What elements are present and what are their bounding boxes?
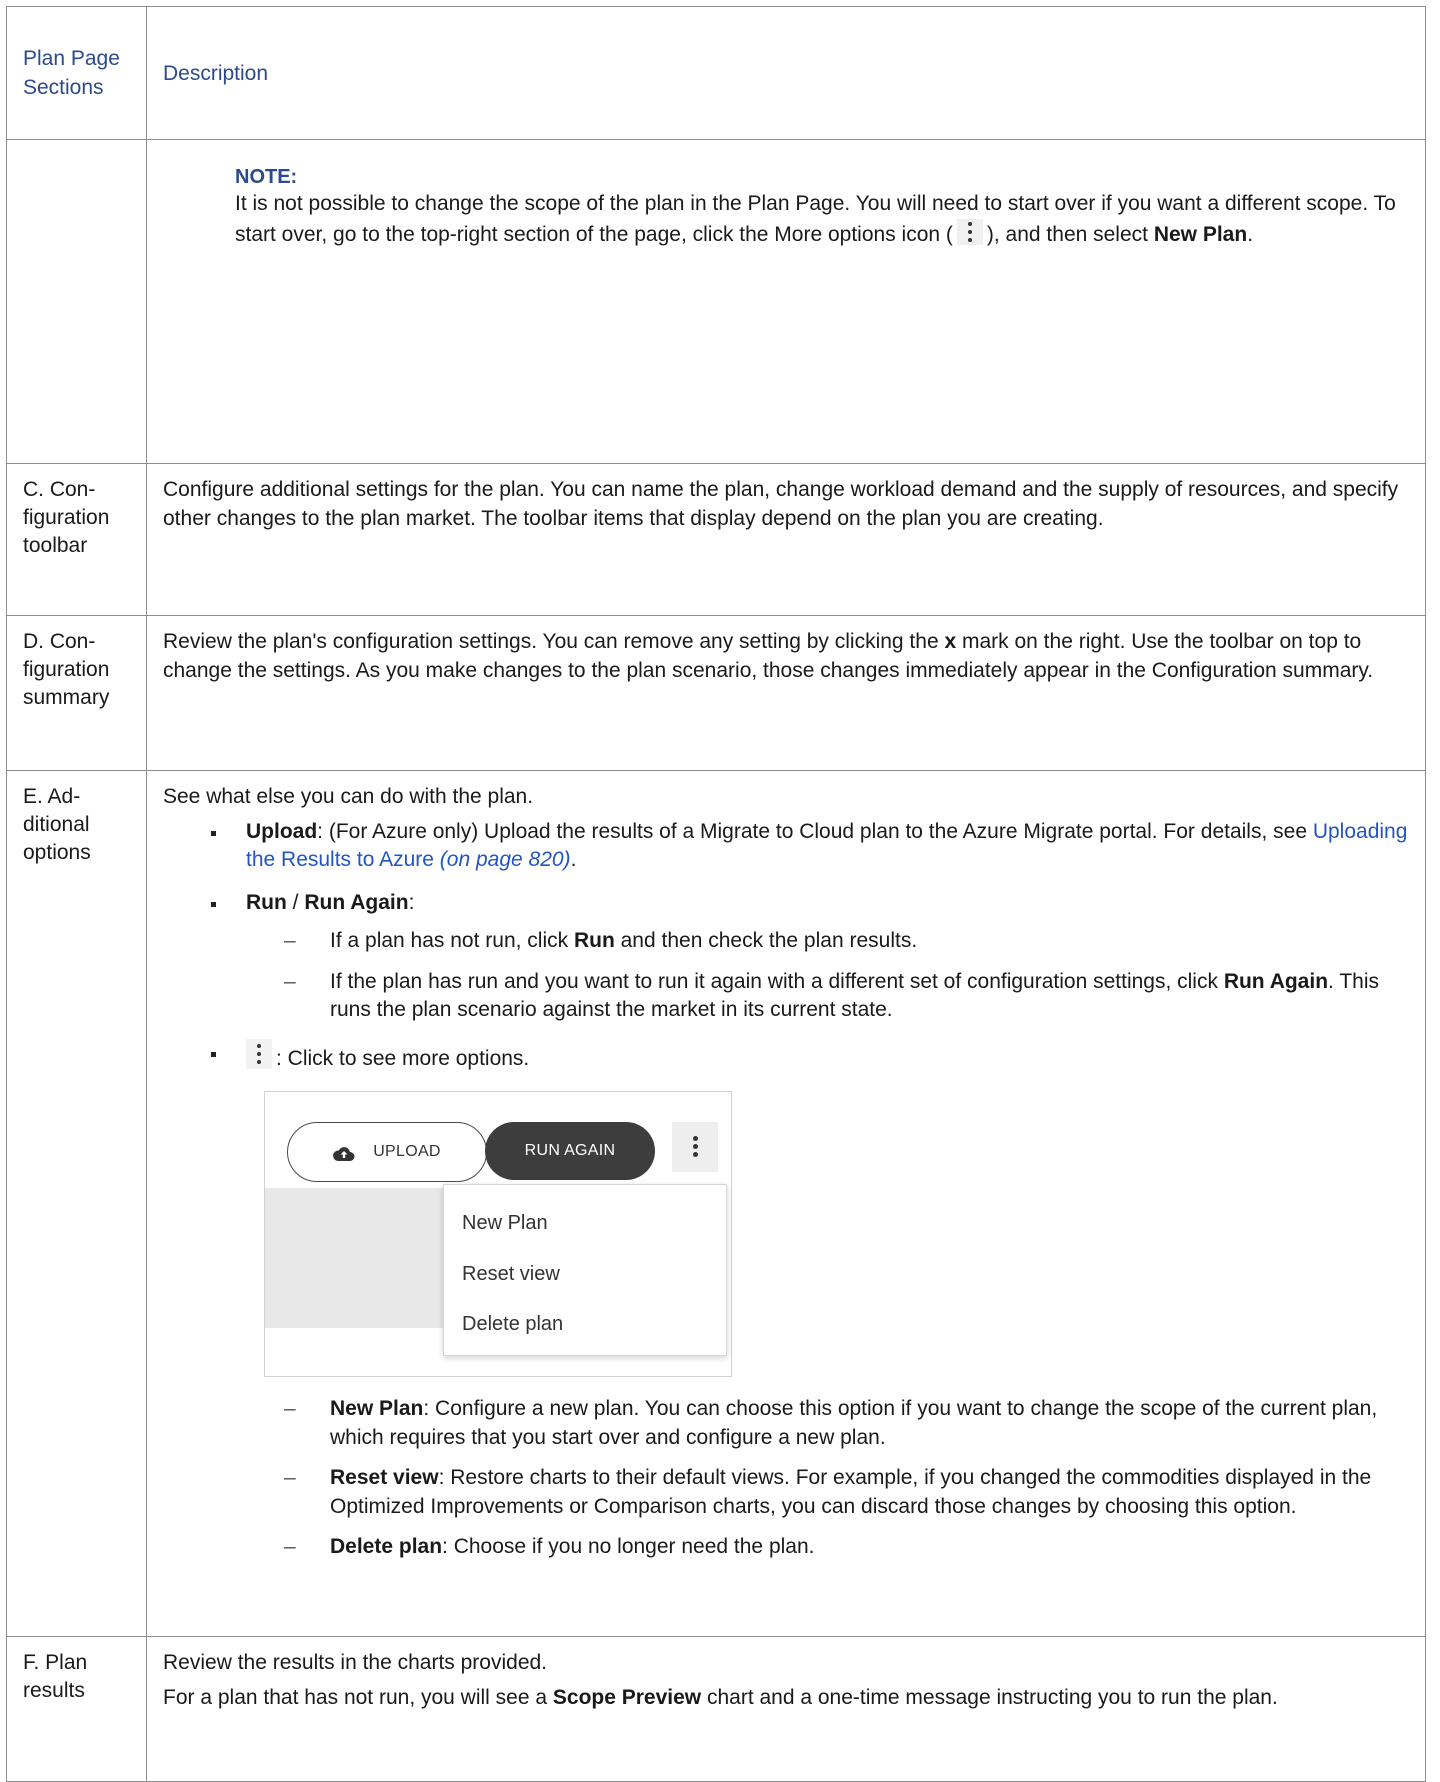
menu-item-delete-plan[interactable]: Delete plan: [462, 1310, 563, 1339]
section-cell: D. Con- figuration summary: [6, 615, 147, 771]
more-options-menu: New Plan Reset view Delete plan: [443, 1184, 727, 1356]
plan-page-sections-table: Plan Page Sections Description NOTE: It …: [6, 6, 1426, 1782]
sub-bold: Run: [573, 929, 615, 952]
section-line: figuration: [23, 658, 110, 681]
description-cell: Review the plan's configuration settings…: [146, 615, 1426, 771]
table-row-plan-results: F. Plan results Review the results in th…: [6, 1636, 1426, 1782]
table-row-configuration-summary: D. Con- figuration summary Review the pl…: [6, 615, 1426, 771]
run-again-label: Run Again: [304, 890, 409, 914]
note-cell: NOTE: It is not possible to change the s…: [146, 139, 1426, 464]
note-label: NOTE:: [235, 166, 298, 188]
description-text: Review the plan's configuration settings…: [163, 630, 945, 653]
options-list: Upload: (For Azure only) Upload the resu…: [163, 818, 1409, 1562]
sub-text: If a plan has not run, click: [330, 929, 574, 952]
x-mark-bold: x: [944, 630, 957, 653]
more-options-screenshot: UPLOAD RUN AGAIN New Plan Reset view Del…: [264, 1091, 732, 1377]
option-text: : Choose if you no longer need the plan.: [442, 1535, 815, 1558]
option-label: Reset view: [330, 1466, 439, 1489]
section-line: toolbar: [23, 534, 88, 557]
sub-bold: Run Again: [1223, 969, 1329, 993]
section-cell-empty: [6, 139, 147, 464]
table-row-configuration-toolbar: C. Con- figuration toolbar Configure add…: [6, 463, 1426, 616]
section-line: D. Con-: [23, 630, 96, 653]
table-row-additional-options: E. Ad- ditional options See what else yo…: [6, 770, 1426, 1637]
run-separator: /: [286, 890, 305, 914]
option-text: : Configure a new plan. You can choose t…: [330, 1397, 1378, 1449]
results-text-part: For a plan that has not run, you will se…: [163, 1685, 553, 1709]
more-options-button[interactable]: [672, 1122, 718, 1172]
list-item-new-plan: New Plan: Configure a new plan. You can …: [246, 1395, 1409, 1452]
section-line: results: [23, 1679, 85, 1702]
table-row-note: NOTE: It is not possible to change the s…: [6, 139, 1426, 464]
list-item-more-options: : Click to see more options. UPLOAD RUN …: [163, 1038, 1409, 1562]
list-item-run: Run / Run Again: If a plan has not run, …: [163, 889, 1409, 1025]
run-sublist: If a plan has not run, click Run and the…: [246, 927, 1409, 1025]
section-line: F. Plan: [23, 1651, 88, 1674]
upload-label: Upload: [246, 819, 318, 843]
note-new-plan-bold: New Plan: [1153, 222, 1248, 246]
run-again-button[interactable]: RUN AGAIN: [485, 1122, 655, 1180]
more-options-text: : Click to see more options.: [276, 1046, 530, 1070]
description-cell: Review the results in the charts provide…: [146, 1636, 1426, 1782]
upload-text: : (For Azure only) Upload the results of…: [317, 819, 1313, 843]
run-again-button-label: RUN AGAIN: [524, 1141, 616, 1159]
run-label: Run: [246, 890, 287, 914]
intro-text: See what else you can do with the plan.: [163, 785, 534, 808]
run-colon: :: [408, 890, 415, 914]
note-block: NOTE: It is not possible to change the s…: [163, 152, 1409, 249]
note-text: It is not possible to change the scope o…: [235, 190, 1409, 249]
list-item-run-sub2: If the plan has run and you want to run …: [246, 968, 1409, 1025]
option-label: Delete plan: [330, 1535, 443, 1558]
section-cell: E. Ad- ditional options: [6, 770, 147, 1637]
header-plan-page-sections: Plan Page Sections: [6, 6, 147, 140]
table-header-row: Plan Page Sections Description: [6, 6, 1426, 140]
more-options-kebab-icon: [246, 1038, 272, 1069]
scope-preview-bold: Scope Preview: [552, 1685, 702, 1709]
section-line: E. Ad-: [23, 785, 81, 808]
section-cell: F. Plan results: [6, 1636, 147, 1782]
results-text-part: chart and a one-time message instructing…: [701, 1685, 1278, 1709]
section-cell: C. Con- figuration toolbar: [6, 463, 147, 616]
header-description: Description: [146, 6, 1426, 140]
sub-text: If the plan has run and you want to run …: [330, 969, 1224, 993]
option-label: New Plan: [330, 1397, 424, 1420]
more-options-sublist: New Plan: Configure a new plan. You can …: [246, 1395, 1409, 1562]
description-cell: See what else you can do with the plan. …: [146, 770, 1426, 1637]
section-line: ditional: [23, 813, 90, 836]
results-text: For a plan that has not run, you will se…: [163, 1684, 1409, 1713]
sub-text: and then check the plan results.: [614, 929, 918, 952]
upload-button-label: UPLOAD: [373, 1142, 441, 1160]
results-intro: Review the results in the charts provide…: [163, 1651, 548, 1674]
upload-button[interactable]: UPLOAD: [287, 1122, 487, 1182]
description-text: Configure additional settings for the pl…: [163, 478, 1399, 530]
list-item-run-sub1: If a plan has not run, click Run and the…: [246, 927, 1409, 956]
menu-item-new-plan[interactable]: New Plan: [462, 1209, 548, 1238]
section-line: options: [23, 841, 91, 864]
more-options-kebab-icon: [956, 218, 983, 245]
section-line: figuration: [23, 506, 110, 529]
cloud-upload-icon: [333, 1144, 355, 1161]
option-text: : Restore charts to their default views.…: [330, 1466, 1372, 1518]
description-cell: Configure additional settings for the pl…: [146, 463, 1426, 616]
upload-end: .: [570, 848, 577, 871]
list-item-delete-plan: Delete plan: Choose if you no longer nee…: [246, 1533, 1409, 1562]
note-text-part: .: [1247, 222, 1254, 246]
section-line: C. Con-: [23, 478, 96, 501]
note-text-part: ), and then select: [986, 222, 1154, 246]
list-item-upload: Upload: (For Azure only) Upload the resu…: [163, 818, 1409, 875]
section-line: summary: [23, 686, 110, 709]
list-item-reset-view: Reset view: Restore charts to their defa…: [246, 1464, 1409, 1521]
menu-item-reset-view[interactable]: Reset view: [462, 1260, 560, 1289]
uploading-results-page-link[interactable]: (on page 820): [440, 848, 571, 871]
